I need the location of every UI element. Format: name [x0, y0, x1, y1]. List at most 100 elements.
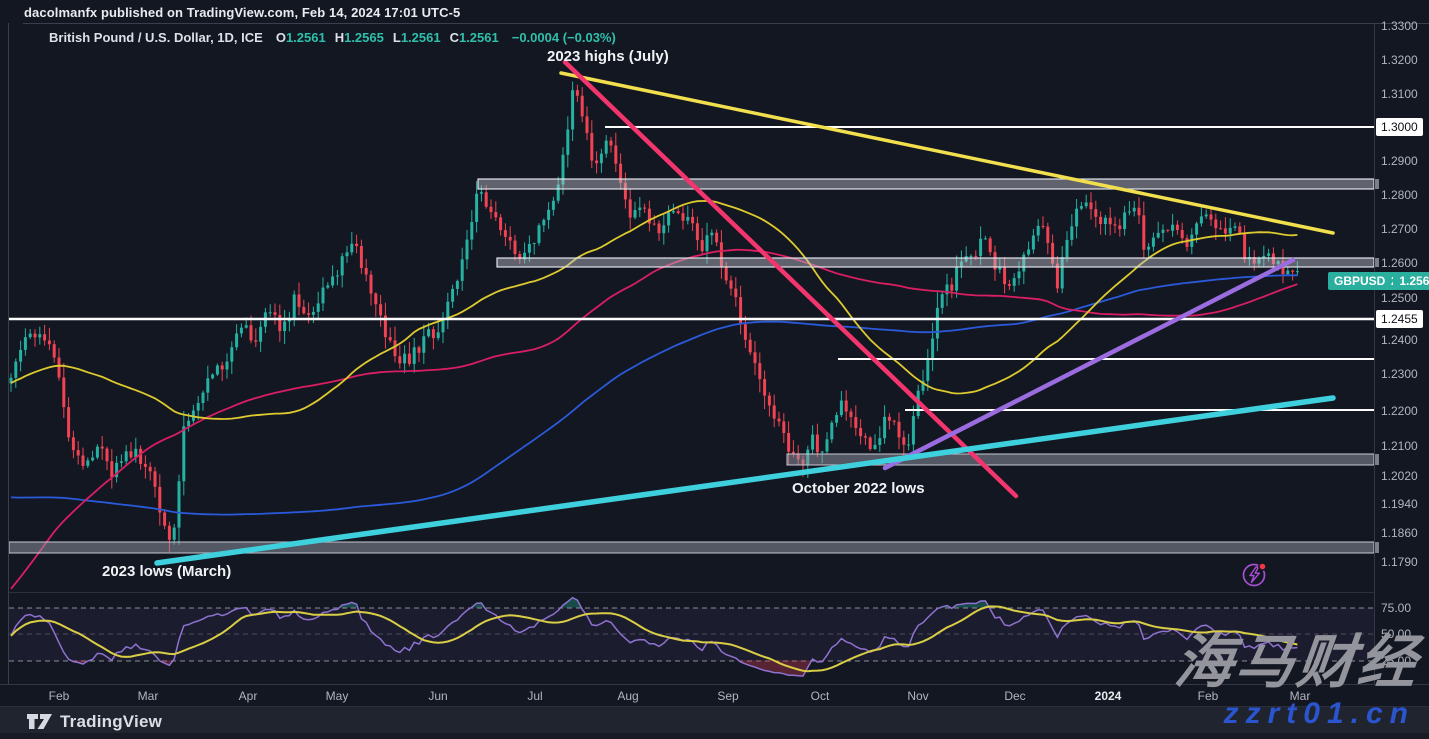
candle: [854, 405, 857, 436]
candle: [744, 316, 747, 348]
price-axis-label: 1.2800: [1381, 188, 1418, 202]
candle: [566, 116, 569, 167]
open-value: O1.2561: [276, 30, 326, 45]
candle: [403, 345, 406, 373]
tradingview-brand-text[interactable]: TradingView: [60, 712, 162, 732]
candle: [859, 419, 862, 444]
candle: [893, 420, 896, 425]
candle: [216, 363, 219, 375]
candle: [634, 202, 637, 220]
candle: [715, 229, 718, 246]
candle: [274, 303, 277, 324]
candle: [1080, 202, 1083, 210]
candle: [144, 455, 147, 478]
candle: [355, 235, 358, 253]
candle: [211, 373, 214, 379]
candle: [456, 280, 459, 296]
candle: [1013, 273, 1016, 292]
candle: [394, 327, 397, 363]
candle: [504, 223, 507, 246]
chart-frame-left-border: [8, 23, 9, 684]
candle: [720, 230, 723, 279]
zone-2023-lows[interactable]: [9, 542, 1374, 553]
candle: [67, 397, 70, 441]
candle: [682, 206, 685, 229]
long-term-uptrend-cyan[interactable]: [157, 398, 1333, 563]
price-axis-label: 1.1790: [1381, 555, 1418, 569]
candle: [1166, 229, 1169, 232]
sma-50[interactable]: [11, 201, 1297, 419]
zone-1-2820[interactable]: [478, 179, 1374, 189]
candle: [1219, 220, 1222, 229]
candle: [206, 366, 209, 401]
candle: [1085, 195, 1088, 209]
candle: [845, 390, 848, 420]
candle: [941, 292, 944, 314]
candle: [29, 329, 32, 339]
candle: [461, 248, 464, 291]
candle: [235, 324, 238, 350]
annotation-2023-highs: 2023 highs (July): [547, 48, 669, 65]
candle: [293, 291, 296, 327]
candle: [888, 413, 891, 429]
candle: [432, 326, 435, 349]
chart-canvas[interactable]: [0, 0, 1429, 739]
flash-idea-icon[interactable]: [1244, 562, 1267, 585]
time-axis-label: Dec: [1004, 689, 1025, 703]
candle: [82, 448, 85, 470]
candle: [758, 353, 761, 393]
candle: [360, 240, 363, 274]
candles-layer: [10, 82, 1299, 553]
time-axis-label: Mar: [138, 689, 159, 703]
candle: [91, 451, 94, 462]
candle: [1181, 223, 1184, 244]
candle: [1229, 218, 1232, 241]
symbol-badge-label: GBPUSD: [1328, 272, 1391, 290]
candle: [850, 409, 853, 428]
candle: [1099, 211, 1102, 234]
candle: [1176, 220, 1179, 234]
candle: [989, 236, 992, 255]
watermark-cjk: 海马财经: [1172, 634, 1422, 692]
candle: [451, 285, 454, 308]
time-axis-label: Nov: [907, 689, 928, 703]
time-axis-label: Feb: [49, 689, 70, 703]
candle: [202, 391, 205, 411]
candle: [77, 441, 80, 464]
candle: [48, 328, 51, 350]
candle: [346, 246, 349, 263]
price-axis-border: [1374, 23, 1375, 684]
candle: [19, 341, 22, 372]
price-axis-label: 1.1860: [1381, 526, 1418, 540]
candle: [533, 243, 536, 255]
candle: [691, 209, 694, 231]
candle: [1090, 192, 1093, 219]
candle: [192, 405, 195, 424]
candle: [614, 133, 617, 172]
candle: [538, 223, 541, 245]
candle: [1042, 216, 1045, 228]
time-axis-label: 2024: [1095, 689, 1122, 703]
candle: [365, 259, 368, 282]
candle: [1234, 223, 1237, 231]
candle: [763, 371, 766, 410]
time-axis-label: Oct: [811, 689, 830, 703]
candle: [158, 474, 161, 525]
candle: [110, 449, 113, 489]
candle: [734, 277, 737, 307]
candle: [240, 323, 243, 337]
close-value: C1.2561: [450, 30, 499, 45]
candle: [14, 358, 17, 387]
candle: [1205, 209, 1208, 218]
candle: [586, 106, 589, 140]
candle: [370, 271, 373, 306]
zone-1-2600[interactable]: [497, 258, 1374, 267]
candle: [1238, 222, 1241, 234]
descending-resistance-yellow[interactable]: [561, 73, 1333, 233]
price-axis-label: 1.2020: [1381, 469, 1418, 483]
candle: [667, 205, 670, 232]
tradingview-logo-icon[interactable]: [25, 711, 55, 733]
candle: [1286, 266, 1289, 274]
published-header: dacolmanfx published on TradingView.com,…: [24, 5, 460, 20]
candle: [446, 293, 449, 329]
